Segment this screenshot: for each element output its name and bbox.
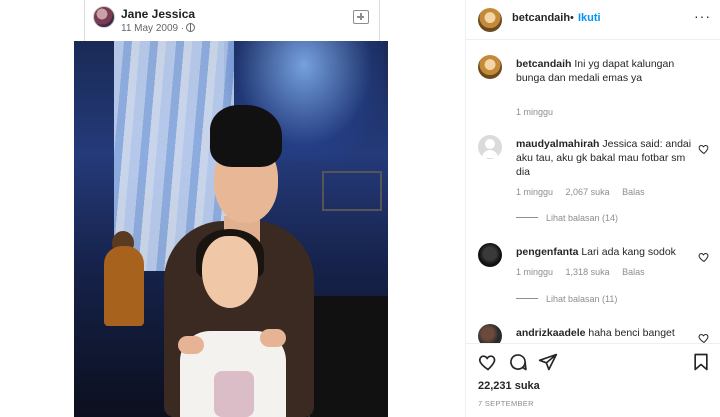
view-replies-button[interactable]: Lihat balasan (14)	[516, 213, 618, 223]
comment-likes[interactable]: 1,318 suka	[566, 267, 610, 277]
comments-list: betcandaih Ini yg dapat kalungan bunga d…	[466, 41, 720, 343]
comment-body: haha benci banget	[588, 327, 675, 339]
girl-shirt-print	[214, 371, 254, 417]
girl-head	[202, 236, 258, 308]
facebook-author-avatar	[93, 6, 115, 28]
facebook-post-date: 11 May 2009 ·	[121, 23, 196, 34]
comment-body: Lari ada kang sodok	[581, 246, 676, 258]
caption-meta: 1 minggu	[516, 107, 563, 117]
share-icon[interactable]	[538, 352, 558, 372]
heart-icon[interactable]	[698, 251, 710, 263]
owner-avatar[interactable]	[478, 8, 502, 32]
comment-item: andrizkaadele haha benci banget	[478, 324, 714, 343]
caption-text: betcandaih Ini yg dapat kalungan bunga d…	[516, 57, 696, 85]
facebook-author-name: Jane Jessica	[121, 7, 196, 21]
background-person	[104, 246, 144, 326]
more-options-icon[interactable]: ···	[694, 8, 711, 24]
post-header: betcandaih • Ikuti ···	[466, 0, 720, 40]
comment-time[interactable]: 1 minggu	[516, 187, 553, 197]
reply-button[interactable]: Balas	[622, 187, 645, 197]
comment-username[interactable]: pengenfanta	[516, 246, 578, 258]
reply-button[interactable]: Balas	[622, 267, 645, 277]
follow-button[interactable]: Ikuti	[578, 12, 601, 24]
facebook-post-header: Jane Jessica 11 May 2009 ·	[93, 4, 377, 38]
speaker	[308, 296, 388, 417]
comment-username[interactable]: maudyalmahirah	[516, 138, 599, 150]
comment-text: maudyalmahirah Jessica said: andai aku t…	[516, 137, 696, 179]
man-hair	[210, 105, 282, 167]
comment-text: pengenfanta Lari ada kang sodok	[516, 245, 696, 259]
view-replies-label: Lihat balasan (11)	[546, 294, 618, 304]
comment-meta: 1 minggu 2,067 suka Balas	[516, 187, 655, 197]
caption-username[interactable]: betcandaih	[516, 58, 571, 70]
comment-likes[interactable]: 2,067 suka	[566, 187, 610, 197]
comment-icon[interactable]	[508, 352, 528, 372]
globe-icon	[186, 23, 196, 32]
facebook-post-date-text: 11 May 2009 ·	[121, 23, 185, 34]
comment-time[interactable]: 1 minggu	[516, 267, 553, 277]
save-icon	[353, 10, 369, 24]
comment-avatar[interactable]	[478, 135, 502, 159]
comment-username[interactable]: andrizkaadele	[516, 327, 585, 339]
bookmark-icon[interactable]	[691, 352, 711, 372]
caption-time[interactable]: 1 minggu	[516, 107, 553, 117]
post-detail-panel: betcandaih • Ikuti ··· betcandaih Ini yg…	[465, 0, 720, 417]
speaker-box	[322, 171, 382, 211]
comment-meta: 1 minggu 1,318 suka Balas	[516, 267, 655, 277]
heart-icon[interactable]	[478, 352, 498, 372]
man-left-hand	[178, 336, 204, 354]
comment-item: pengenfanta Lari ada kang sodok 1 minggu…	[478, 243, 714, 323]
like-count[interactable]: 22,231 suka	[478, 380, 540, 392]
post-date[interactable]: 7 SEPTEMBER	[478, 399, 534, 408]
post-actions: 22,231 suka 7 SEPTEMBER	[466, 343, 720, 417]
comment-text: andrizkaadele haha benci banget	[516, 326, 696, 340]
heart-icon[interactable]	[698, 143, 710, 155]
replies-divider	[516, 298, 538, 299]
comment-avatar[interactable]	[478, 324, 502, 343]
comment-avatar[interactable]	[478, 243, 502, 267]
post-image: Jane Jessica 11 May 2009 ·	[0, 0, 465, 417]
owner-username[interactable]: betcandaih	[512, 12, 570, 24]
man-right-hand	[260, 329, 286, 347]
heart-icon[interactable]	[698, 332, 710, 343]
caption: betcandaih Ini yg dapat kalungan bunga d…	[478, 55, 714, 117]
replies-divider	[516, 217, 538, 218]
caption-avatar[interactable]	[478, 55, 502, 79]
view-replies-label: Lihat balasan (14)	[546, 213, 619, 223]
view-replies-button[interactable]: Lihat balasan (11)	[516, 294, 617, 304]
separator-dot: •	[570, 12, 574, 24]
post-photo	[74, 41, 388, 417]
comment-item: maudyalmahirah Jessica said: andai aku t…	[478, 135, 714, 235]
